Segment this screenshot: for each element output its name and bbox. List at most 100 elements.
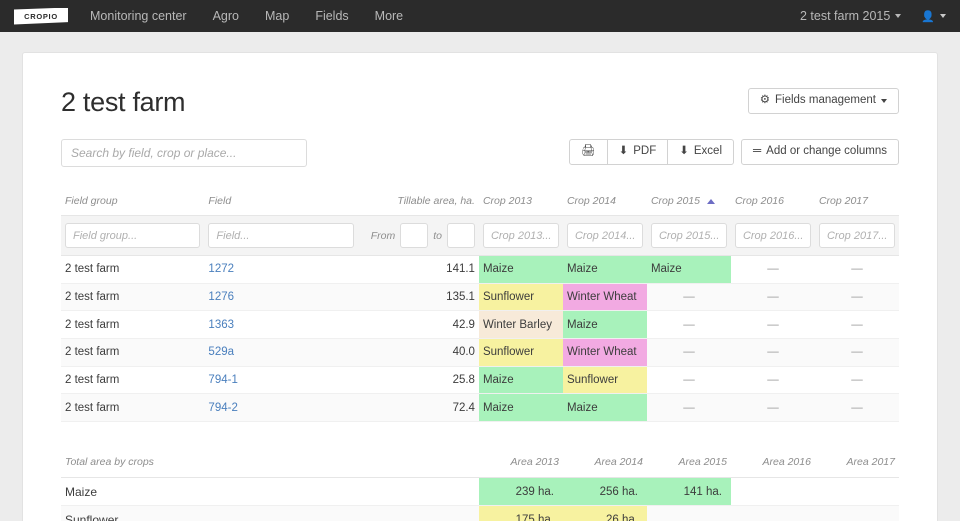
fields-management-label: Fields management	[775, 94, 876, 106]
header-crop-2017[interactable]: Crop 2017	[814, 189, 899, 216]
cell-crop-2015: —	[646, 283, 731, 312]
caret-down-icon	[940, 14, 946, 18]
farm-selector[interactable]: 2 test farm 2015	[799, 9, 902, 23]
summary-crop-name: Sunflower	[61, 505, 479, 521]
cell-tillable-area: 135.1	[358, 283, 479, 312]
field-link[interactable]: 1363	[208, 319, 234, 331]
printer-icon: 🖨	[581, 145, 596, 157]
summary-area-2016	[730, 505, 815, 521]
cell-crop-2016: —	[730, 310, 815, 340]
header-crop-2016[interactable]: Crop 2016	[730, 189, 815, 216]
nav-link-agro[interactable]: Agro	[213, 0, 239, 32]
header-crop-2014[interactable]: Crop 2014	[562, 189, 647, 216]
summary-area-2017	[814, 477, 899, 507]
summary-area-2013: 175 ha.	[478, 505, 563, 521]
caret-down-icon	[881, 98, 887, 103]
export-button-group: 🖨 ⬇ PDF ⬇ Excel	[569, 139, 735, 165]
add-or-change-columns-button[interactable]: ═ Add or change columns	[741, 139, 899, 165]
header-crop-2013[interactable]: Crop 2013	[478, 189, 563, 216]
download-icon: ⬇	[679, 145, 689, 157]
cropio-banner-logo[interactable]: CROPIO	[14, 7, 68, 25]
header-crop-2015[interactable]: Crop 2015	[646, 189, 731, 216]
filter-crop-2013-input[interactable]	[482, 223, 559, 248]
filter-crop-2016-input[interactable]	[734, 223, 811, 248]
filter-crop-2017-input[interactable]	[818, 223, 895, 248]
fields-table-header-row: Field group Field Tillable area, ha. Cro…	[61, 189, 899, 216]
nav-link-monitoring-center[interactable]: Monitoring center	[90, 0, 187, 32]
summary-area-2014: 26 ha.	[562, 505, 647, 521]
farm-selector-label: 2 test farm 2015	[799, 9, 891, 23]
caret-down-icon	[895, 14, 902, 18]
nav-link-fields[interactable]: Fields	[315, 0, 348, 32]
cell-field: 794-1	[204, 366, 359, 395]
cell-crop-2016: —	[730, 366, 815, 395]
filter-area-from-input[interactable]	[400, 223, 429, 248]
table-row[interactable]: 2 test farm 529a 40.0 Sunflower Winter Wheat…	[61, 338, 899, 367]
search-input[interactable]	[61, 139, 307, 167]
summary-row: Maize 239 ha. 256 ha. 141 ha.	[61, 477, 899, 507]
header-tillable-area[interactable]: Tillable area, ha.	[358, 189, 479, 216]
filter-crop-2015-input[interactable]	[650, 223, 727, 248]
main-nav: Monitoring center Agro Map Fields More	[90, 0, 403, 32]
user-menu[interactable]: 👤	[921, 10, 946, 23]
cell-crop-2016: —	[730, 393, 815, 423]
field-link[interactable]: 529a	[208, 346, 234, 358]
header-field-group[interactable]: Field group	[61, 189, 205, 216]
field-link[interactable]: 1276	[208, 291, 234, 303]
download-icon: ⬇	[618, 145, 629, 157]
summary-area-2014: 256 ha.	[562, 477, 647, 507]
cell-crop-2014: Sunflower	[562, 366, 647, 395]
top-navbar: CROPIO Monitoring center Agro Map Fields…	[0, 0, 960, 32]
filter-crop-2014-input[interactable]	[566, 223, 643, 248]
fields-management-button[interactable]: ⚙ Fields management	[747, 88, 899, 114]
cell-crop-2015: —	[646, 310, 731, 340]
fields-table-head: Field group Field Tillable area, ha. Cro…	[61, 189, 899, 256]
cell-field: 529a	[204, 338, 359, 367]
navbar-right: 2 test farm 2015 👤	[800, 9, 946, 23]
cell-crop-2015: —	[646, 393, 731, 423]
cell-field-group: 2 test farm	[61, 283, 205, 312]
filter-cell-field	[204, 215, 359, 256]
table-row[interactable]: 2 test farm 1363 42.9 Winter Barley Maize — — —	[61, 310, 899, 340]
table-row[interactable]: 2 test farm 794-1 25.8 Maize Sunflower — — —	[61, 366, 899, 395]
filter-cell-area-range: From to	[358, 215, 479, 256]
header-field[interactable]: Field	[204, 189, 359, 216]
header-area-2015: Area 2015	[646, 450, 731, 479]
cell-tillable-area: 141.1	[358, 255, 479, 284]
filter-field-input[interactable]	[208, 223, 355, 248]
cell-crop-2013: Sunflower	[478, 338, 563, 367]
nav-link-more[interactable]: More	[375, 0, 403, 32]
cell-field: 1276	[204, 283, 359, 312]
cell-crop-2017: —	[814, 393, 899, 423]
sort-ascending-icon	[707, 198, 715, 204]
cell-crop-2015: —	[646, 338, 731, 367]
fields-management-wrap: ⚙ Fields management	[747, 88, 899, 114]
cell-field: 794-2	[204, 393, 359, 423]
cell-crop-2013: Sunflower	[478, 283, 563, 312]
table-row[interactable]: 2 test farm 1276 135.1 Sunflower Winter Whea…	[61, 283, 899, 312]
filter-cell-crop-2013	[478, 215, 563, 256]
filter-cell-field-group	[61, 215, 205, 256]
table-row[interactable]: 2 test farm 794-2 72.4 Maize Maize — — —	[61, 393, 899, 423]
summary-crop-name: Maize	[61, 477, 479, 507]
cell-crop-2017: —	[814, 366, 899, 395]
field-link[interactable]: 794-2	[208, 402, 237, 414]
field-link[interactable]: 794-1	[208, 374, 237, 386]
print-button[interactable]: 🖨	[569, 139, 608, 165]
cell-crop-2014: Winter Wheat	[562, 338, 647, 367]
filter-cell-crop-2014	[562, 215, 647, 256]
fields-filter-row: From to	[61, 215, 899, 256]
cell-tillable-area: 72.4	[358, 393, 479, 423]
summary-area-2016	[730, 477, 815, 507]
header-area-2016: Area 2016	[730, 450, 815, 479]
pdf-button[interactable]: ⬇ PDF	[607, 139, 669, 165]
filter-cell-crop-2015	[646, 215, 731, 256]
excel-button[interactable]: ⬇ Excel	[668, 139, 735, 165]
filter-area-to-input[interactable]	[446, 223, 475, 248]
nav-link-map[interactable]: Map	[265, 0, 289, 32]
summary-table-body: Maize 239 ha. 256 ha. 141 ha. Sunflower 175 h…	[61, 477, 899, 521]
header-area-2013: Area 2013	[478, 450, 563, 479]
field-link[interactable]: 1272	[208, 263, 234, 275]
filter-field-group-input[interactable]	[65, 223, 201, 248]
table-row[interactable]: 2 test farm 1272 141.1 Maize Maize Maize — —	[61, 255, 899, 284]
